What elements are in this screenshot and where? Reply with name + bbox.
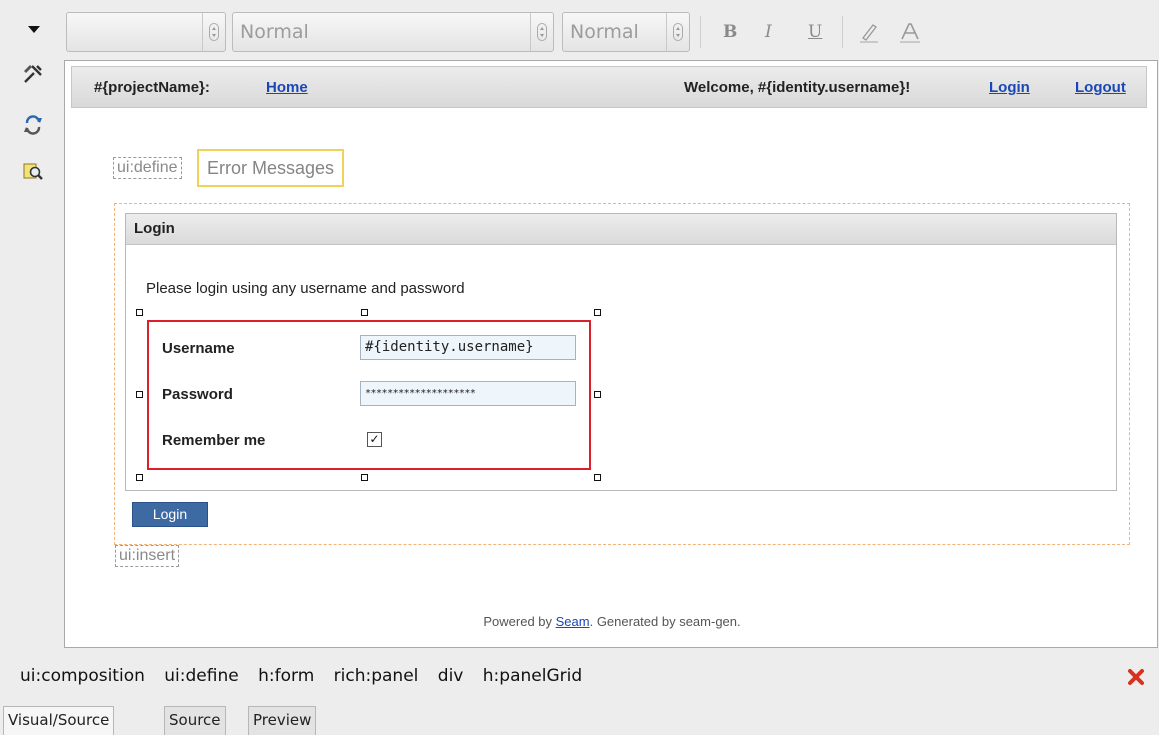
bold-icon[interactable]: B bbox=[723, 22, 737, 42]
preview-search-icon[interactable] bbox=[22, 160, 44, 182]
text-color-icon[interactable] bbox=[898, 22, 922, 44]
footer-prefix: Powered by bbox=[483, 614, 556, 629]
ui-insert-tag[interactable]: ui:insert bbox=[115, 545, 180, 567]
tab-source[interactable]: Source bbox=[164, 706, 226, 735]
welcome-text: Welcome, #{identity.username}! bbox=[684, 79, 911, 96]
username-label: Username bbox=[162, 340, 235, 357]
seam-link[interactable]: Seam bbox=[556, 614, 590, 629]
breadcrumb-item[interactable]: rich:panel bbox=[334, 666, 419, 686]
style-combo-spinner[interactable] bbox=[202, 13, 225, 51]
home-link[interactable]: Home bbox=[266, 79, 308, 96]
resize-handle[interactable] bbox=[136, 309, 143, 316]
footer-suffix: . Generated by seam-gen. bbox=[589, 614, 741, 629]
resize-handle[interactable] bbox=[594, 309, 601, 316]
spinner-icon bbox=[537, 23, 547, 41]
remember-me-label: Remember me bbox=[162, 432, 266, 449]
page-footer: Powered by Seam. Generated by seam-gen. bbox=[65, 614, 1157, 629]
check-icon: ✓ bbox=[369, 432, 380, 446]
format-combo-spinner[interactable] bbox=[530, 13, 553, 51]
remember-me-checkbox[interactable]: ✓ bbox=[367, 432, 382, 447]
spinner-icon bbox=[209, 23, 219, 41]
error-messages-box[interactable]: Error Messages bbox=[197, 149, 345, 187]
breadcrumb-item[interactable]: ui:composition bbox=[20, 666, 145, 686]
breadcrumb-item[interactable]: div bbox=[438, 666, 464, 686]
tab-visual-source[interactable]: Visual/Source bbox=[3, 706, 115, 735]
tools-icon[interactable] bbox=[22, 63, 44, 85]
format-combo-value: Normal bbox=[240, 21, 309, 43]
panel-title: Login bbox=[126, 214, 1116, 245]
tag-breadcrumb: ui:composition ui:define h:form rich:pan… bbox=[20, 666, 596, 686]
password-label: Password bbox=[162, 386, 233, 403]
italic-icon[interactable]: I bbox=[765, 22, 772, 42]
ui-define-tag[interactable]: ui:define bbox=[113, 157, 182, 179]
highlight-icon[interactable] bbox=[858, 22, 882, 44]
format-combo[interactable]: Normal bbox=[232, 12, 554, 52]
breadcrumb-item[interactable]: ui:define bbox=[164, 666, 238, 686]
resize-handle[interactable] bbox=[594, 474, 601, 481]
close-icon[interactable] bbox=[1127, 668, 1145, 686]
underline-icon[interactable]: U bbox=[808, 22, 822, 42]
editor-tabs: Visual/Source Source Preview bbox=[0, 703, 1159, 735]
login-button[interactable]: Login bbox=[132, 502, 208, 527]
size-combo-value: Normal bbox=[570, 21, 639, 43]
style-combo[interactable] bbox=[66, 12, 226, 52]
toolbar-separator bbox=[700, 16, 701, 48]
visual-canvas[interactable]: #{projectName}: Home Welcome, #{identity… bbox=[64, 60, 1158, 648]
refresh-icon[interactable] bbox=[22, 114, 44, 136]
visual-editor-toolbar: Normal Normal B I U bbox=[0, 0, 1159, 60]
breadcrumb-item[interactable]: h:panelGrid bbox=[483, 666, 582, 686]
panel-description: Please login using any username and pass… bbox=[146, 280, 465, 297]
password-input[interactable]: ******************** bbox=[360, 381, 576, 406]
tab-preview[interactable]: Preview bbox=[248, 706, 317, 735]
collapse-arrow-icon[interactable] bbox=[28, 26, 40, 33]
breadcrumb-item[interactable]: h:form bbox=[258, 666, 314, 686]
login-link[interactable]: Login bbox=[989, 79, 1030, 96]
size-combo-spinner[interactable] bbox=[666, 13, 689, 51]
logout-link[interactable]: Logout bbox=[1075, 79, 1126, 96]
page-header: #{projectName}: Home Welcome, #{identity… bbox=[71, 66, 1147, 108]
resize-handle[interactable] bbox=[136, 474, 143, 481]
username-input[interactable]: #{identity.username} bbox=[360, 335, 576, 360]
project-name: #{projectName}: bbox=[94, 79, 210, 96]
resize-handle[interactable] bbox=[361, 309, 368, 316]
spinner-icon bbox=[673, 23, 683, 41]
resize-handle[interactable] bbox=[361, 474, 368, 481]
resize-handle[interactable] bbox=[594, 391, 601, 398]
resize-handle[interactable] bbox=[136, 391, 143, 398]
toolbar-separator bbox=[842, 16, 843, 48]
size-combo[interactable]: Normal bbox=[562, 12, 690, 52]
